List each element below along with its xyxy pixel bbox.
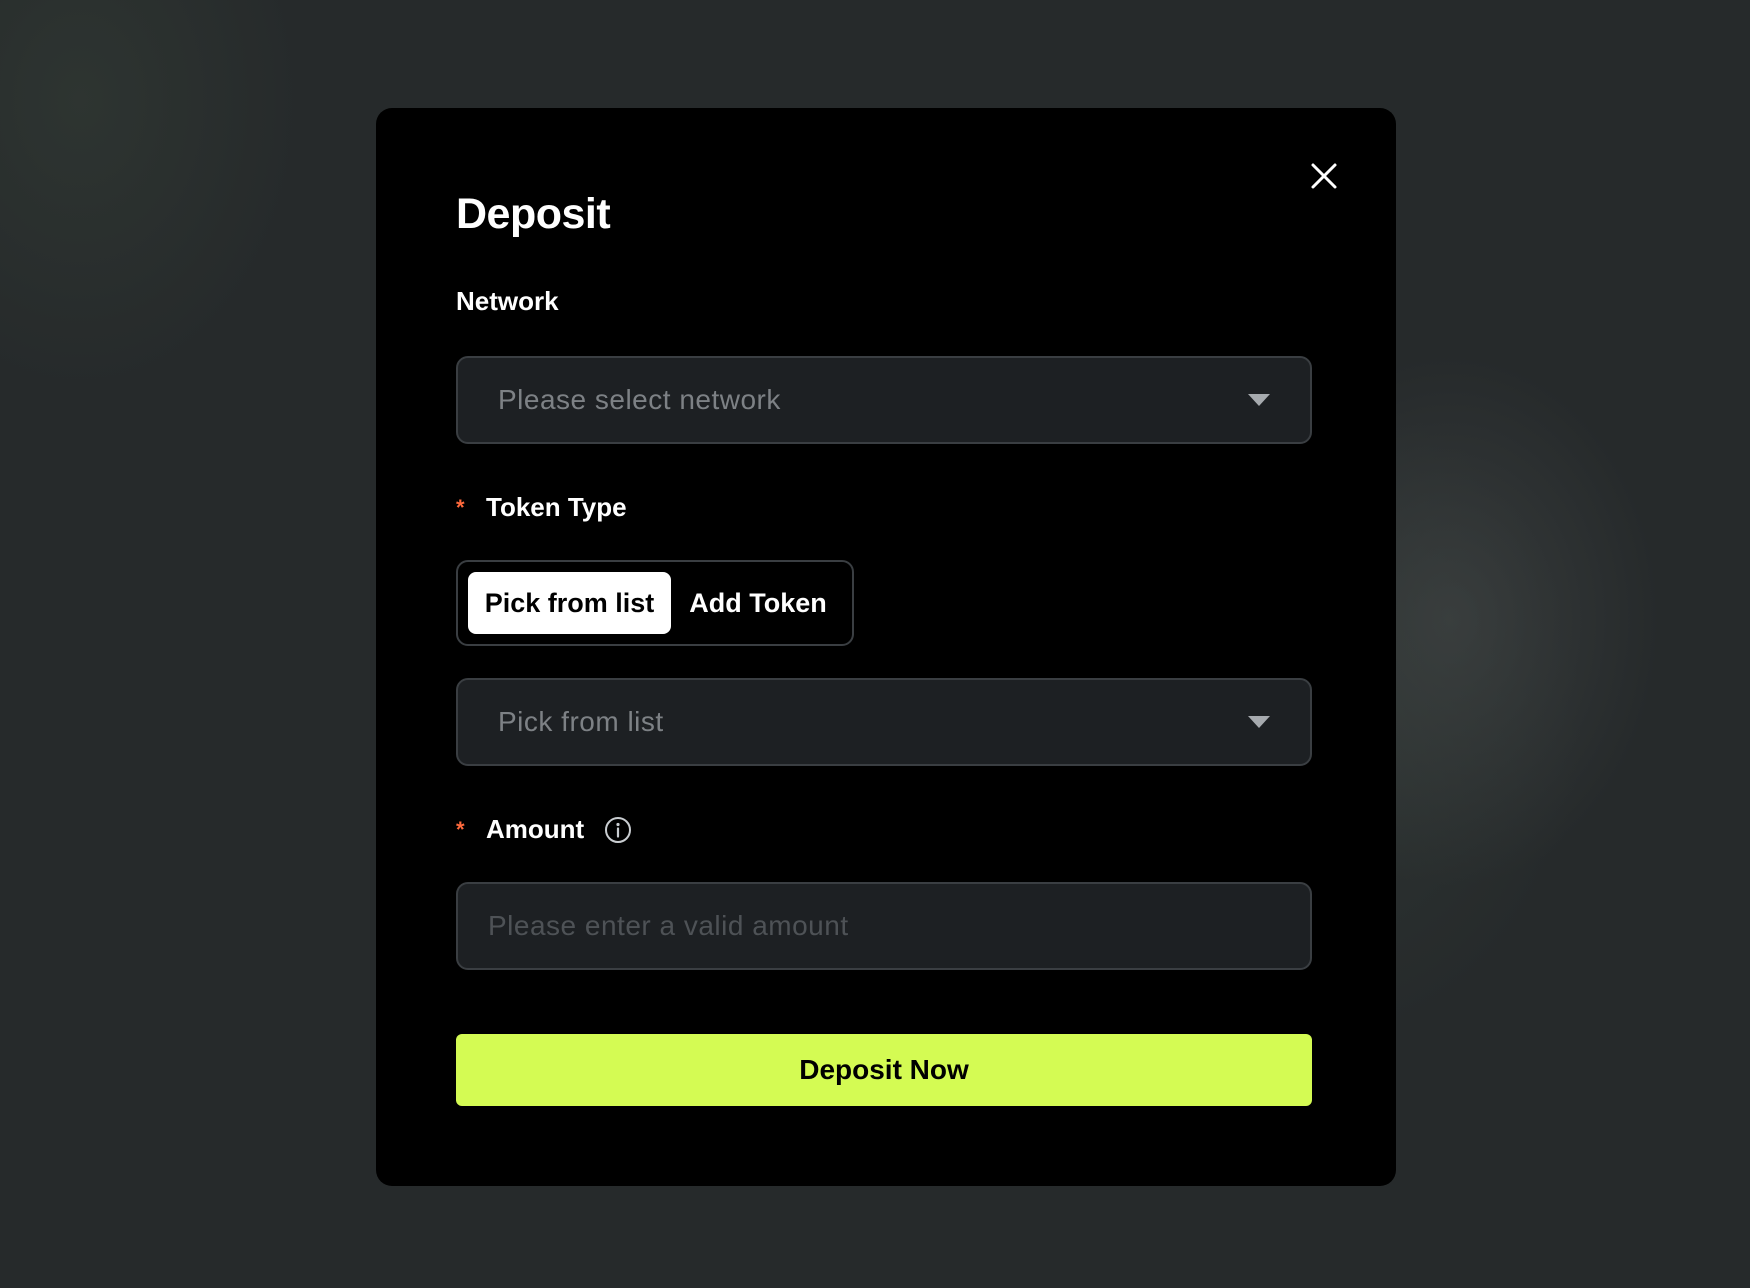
close-button[interactable] [1306,158,1342,194]
required-marker: * [456,494,465,520]
amount-label-text: Amount [486,814,585,844]
amount-input[interactable] [456,882,1312,970]
network-select-placeholder: Please select network [498,384,781,415]
close-icon [1311,163,1337,189]
token-type-label-text: Token Type [486,492,627,522]
deposit-now-button[interactable]: Deposit Now [456,1034,1312,1106]
caret-down-icon [1248,716,1270,728]
token-select-placeholder: Pick from list [498,706,664,737]
network-select[interactable]: Please select network [456,356,1312,444]
tab-add-token[interactable]: Add Token [672,572,844,634]
network-label: Network [456,286,559,317]
caret-down-icon [1248,394,1270,406]
info-icon[interactable] [604,816,632,844]
token-type-toggle: Pick from list Add Token [456,560,854,646]
required-marker: * [456,816,465,842]
deposit-modal: Deposit Network Please select network * … [376,108,1396,1186]
network-label-text: Network [456,286,559,316]
tab-pick-from-list[interactable]: Pick from list [468,572,671,634]
token-type-label: * Token Type [456,492,627,523]
amount-label: * Amount [456,814,632,845]
modal-title: Deposit [456,190,611,238]
token-select[interactable]: Pick from list [456,678,1312,766]
